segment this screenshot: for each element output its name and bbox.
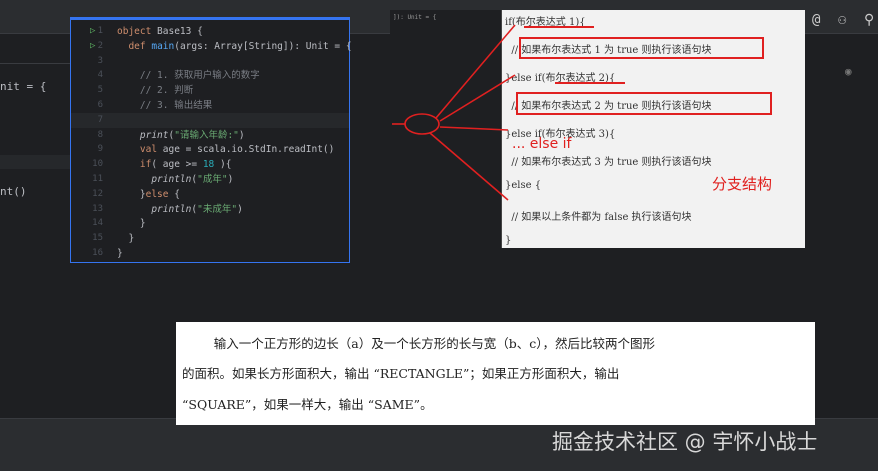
arrow-line [435,24,516,119]
exercise-text-box: 输入一个正方形的边长（a）及一个长方形的长与宽（b、c），然后比较两个图形 的面… [176,322,815,425]
annotation-ellipse [404,113,440,135]
arrow-line [439,126,509,131]
exercise-paragraph: “SQUARE”，如果一样大，输出 “SAME”。 [182,397,433,412]
exercise-paragraph: 的面积。如果长方形面积大，输出 “RECTANGLE”；如果正方形面积大，输出 [182,366,620,381]
arrow-line [429,132,509,201]
exercise-paragraph: 输入一个正方形的边长（a）及一个长方形的长与宽（b、c），然后比较两个图形 [182,336,655,351]
watermark: 掘金技术社区 @ 宇怀小战士 [552,430,818,454]
arrow-line [439,74,516,122]
